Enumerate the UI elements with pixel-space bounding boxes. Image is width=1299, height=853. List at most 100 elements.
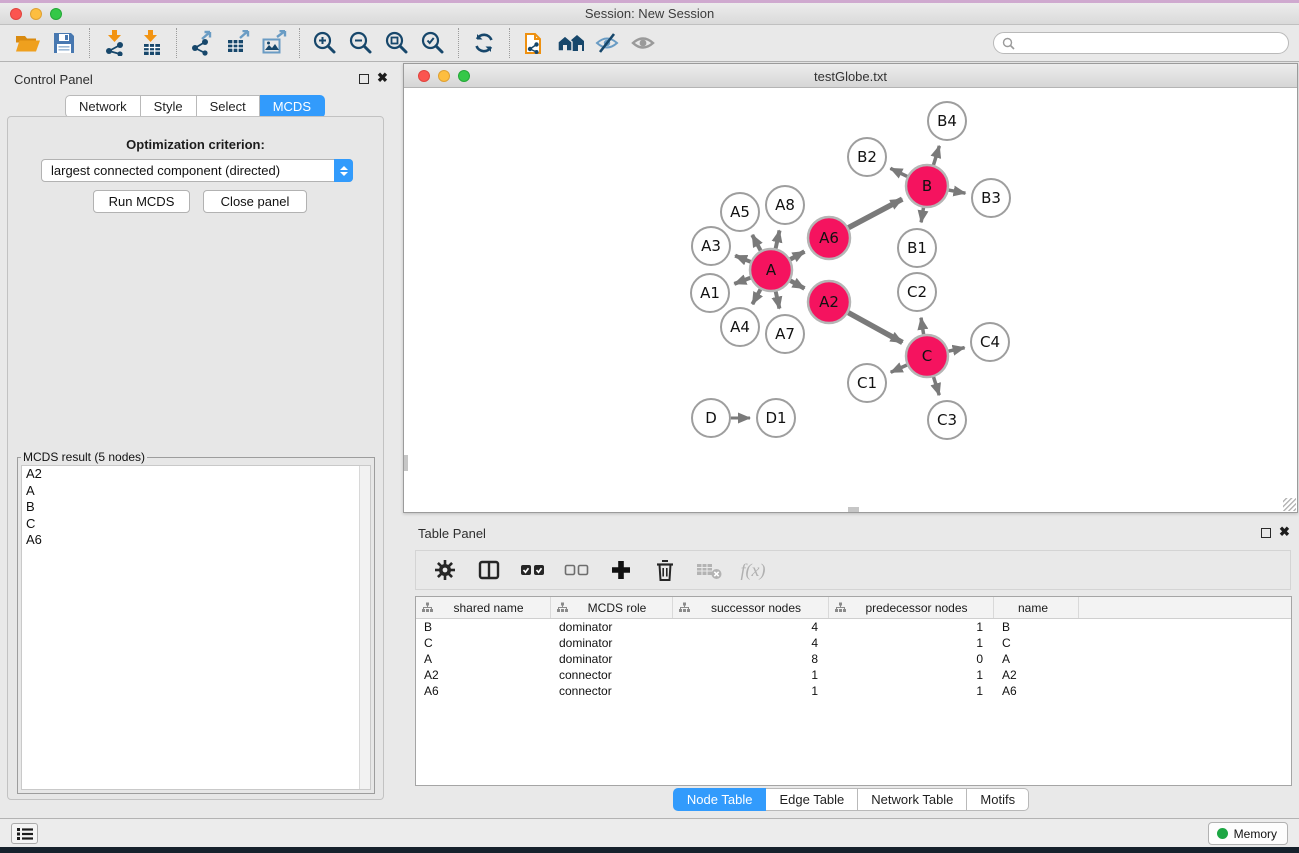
graph-node-A3[interactable]: A3 (692, 227, 730, 265)
graph-edge-A-A1[interactable] (734, 278, 750, 284)
graph-node-B[interactable]: B (906, 165, 948, 207)
search-input[interactable] (1019, 34, 1280, 52)
graph-edge-B-B4[interactable] (933, 146, 939, 165)
zoom-out-icon[interactable] (343, 28, 379, 58)
mcds-result-item[interactable]: A (22, 483, 370, 500)
graph-edge-A2-C[interactable] (848, 313, 902, 343)
graph-node-A8[interactable]: A8 (766, 186, 804, 224)
column-header-predecessor-nodes[interactable]: predecessor nodes (829, 597, 994, 618)
graph-node-B2[interactable]: B2 (848, 138, 886, 176)
graph-edge-A6-B[interactable] (848, 199, 902, 228)
graph-node-C4[interactable]: C4 (971, 323, 1009, 361)
tab-edge-table[interactable]: Edge Table (766, 788, 858, 811)
column-header-name[interactable]: name (994, 597, 1079, 618)
graph-edge-C-C2[interactable] (921, 318, 924, 335)
table-row[interactable]: Bdominator41B (416, 619, 1291, 635)
mcds-result-item[interactable]: A6 (22, 532, 370, 549)
add-column-icon[interactable] (606, 556, 636, 584)
graph-edge-A-A4[interactable] (752, 289, 760, 304)
graph-edge-B-B2[interactable] (890, 168, 907, 176)
run-mcds-button[interactable]: Run MCDS (93, 190, 190, 213)
save-session-icon[interactable] (46, 28, 82, 58)
graph-edge-C-C4[interactable] (948, 348, 964, 352)
graph-edge-A-A3[interactable] (735, 256, 750, 262)
table-row[interactable]: A2connector11A2 (416, 667, 1291, 683)
tab-node-table[interactable]: Node Table (673, 788, 767, 811)
zoom-in-icon[interactable] (307, 28, 343, 58)
table-settings-icon[interactable] (430, 556, 460, 584)
graph-node-C3[interactable]: C3 (928, 401, 966, 439)
tab-network-table[interactable]: Network Table (858, 788, 967, 811)
optimization-criterion-select[interactable]: largest connected component (directed) (41, 159, 353, 182)
graph-edge-A-A2[interactable] (790, 281, 804, 289)
table-row[interactable]: A6connector11A6 (416, 683, 1291, 699)
close-panel-icon[interactable]: ✖ (377, 73, 388, 83)
graph-node-A1[interactable]: A1 (691, 274, 729, 312)
column-header-mcds-role[interactable]: MCDS role (551, 597, 673, 618)
refresh-icon[interactable] (466, 28, 502, 58)
show-all-icon[interactable] (625, 28, 661, 58)
mcds-list-scrollbar[interactable] (359, 466, 370, 789)
graph-node-A7[interactable]: A7 (766, 315, 804, 353)
graph-edge-C-C3[interactable] (934, 377, 940, 395)
mcds-result-item[interactable]: A2 (22, 466, 370, 483)
network-window-resize-grip[interactable] (1283, 498, 1296, 511)
graph-node-D[interactable]: D (692, 399, 730, 437)
column-header-successor-nodes[interactable]: successor nodes (673, 597, 829, 618)
home-icon[interactable] (553, 28, 589, 58)
graph-edge-A-A6[interactable] (790, 252, 804, 260)
graph-edge-A-A7[interactable] (776, 291, 780, 308)
tab-style[interactable]: Style (141, 95, 197, 118)
show-columns-icon[interactable] (474, 556, 504, 584)
graph-node-B4[interactable]: B4 (928, 102, 966, 140)
export-network-icon[interactable] (184, 28, 220, 58)
graph-node-C[interactable]: C (906, 335, 948, 377)
export-table-icon[interactable] (220, 28, 256, 58)
graph-node-A4[interactable]: A4 (721, 308, 759, 346)
graph-node-C2[interactable]: C2 (898, 273, 936, 311)
select-all-columns-icon[interactable] (518, 556, 548, 584)
network-hscroll-thumb[interactable] (848, 507, 859, 512)
node-table[interactable]: shared nameMCDS rolesuccessor nodesprede… (415, 596, 1292, 786)
graph-node-A5[interactable]: A5 (721, 193, 759, 231)
delete-column-icon[interactable] (650, 556, 680, 584)
table-row[interactable]: Adominator80A (416, 651, 1291, 667)
zoom-fit-icon[interactable] (379, 28, 415, 58)
graph-node-A2[interactable]: A2 (808, 281, 850, 323)
network-canvas[interactable]: A A1 A2 A3 A4 A5 A6 A7 A8 B B1 B2 B3 B4 C C1 C2 C3 C4 D D1 (404, 88, 1297, 512)
graph-edge-B-B1[interactable] (921, 208, 923, 223)
import-table-icon[interactable] (133, 28, 169, 58)
hide-selected-icon[interactable] (589, 28, 625, 58)
graph-node-A[interactable]: A (750, 249, 792, 291)
import-network-icon[interactable] (97, 28, 133, 58)
deselect-all-columns-icon[interactable] (562, 556, 592, 584)
close-table-panel-icon[interactable]: ✖ (1279, 527, 1290, 537)
mcds-result-item[interactable]: C (22, 516, 370, 533)
graph-node-C1[interactable]: C1 (848, 364, 886, 402)
close-panel-button[interactable]: Close panel (203, 190, 307, 213)
float-panel-icon[interactable] (359, 74, 369, 84)
tab-mcds[interactable]: MCDS (260, 95, 325, 118)
table-row[interactable]: Cdominator41C (416, 635, 1291, 651)
graph-edge-A-A8[interactable] (776, 230, 780, 248)
column-header-shared-name[interactable]: shared name (416, 597, 551, 618)
tab-select[interactable]: Select (197, 95, 260, 118)
graph-node-B3[interactable]: B3 (972, 179, 1010, 217)
graph-node-D1[interactable]: D1 (757, 399, 795, 437)
network-vscroll-thumb[interactable] (404, 455, 408, 471)
tab-motifs[interactable]: Motifs (967, 788, 1029, 811)
graph-edge-C-C1[interactable] (891, 365, 907, 372)
new-session-from-selection-icon[interactable] (517, 28, 553, 58)
graph-node-A6[interactable]: A6 (808, 217, 850, 259)
search-box[interactable] (993, 32, 1289, 54)
tab-network[interactable]: Network (65, 95, 141, 118)
zoom-selected-icon[interactable] (415, 28, 451, 58)
export-image-icon[interactable] (256, 28, 292, 58)
function-builder-icon[interactable]: f(x) (738, 556, 768, 584)
graph-node-B1[interactable]: B1 (898, 229, 936, 267)
memory-button[interactable]: Memory (1208, 822, 1288, 845)
task-history-button[interactable] (11, 823, 38, 844)
network-window-titlebar[interactable]: testGlobe.txt (404, 64, 1297, 88)
open-file-icon[interactable] (10, 28, 46, 58)
graph-edge-A-A5[interactable] (752, 235, 760, 251)
